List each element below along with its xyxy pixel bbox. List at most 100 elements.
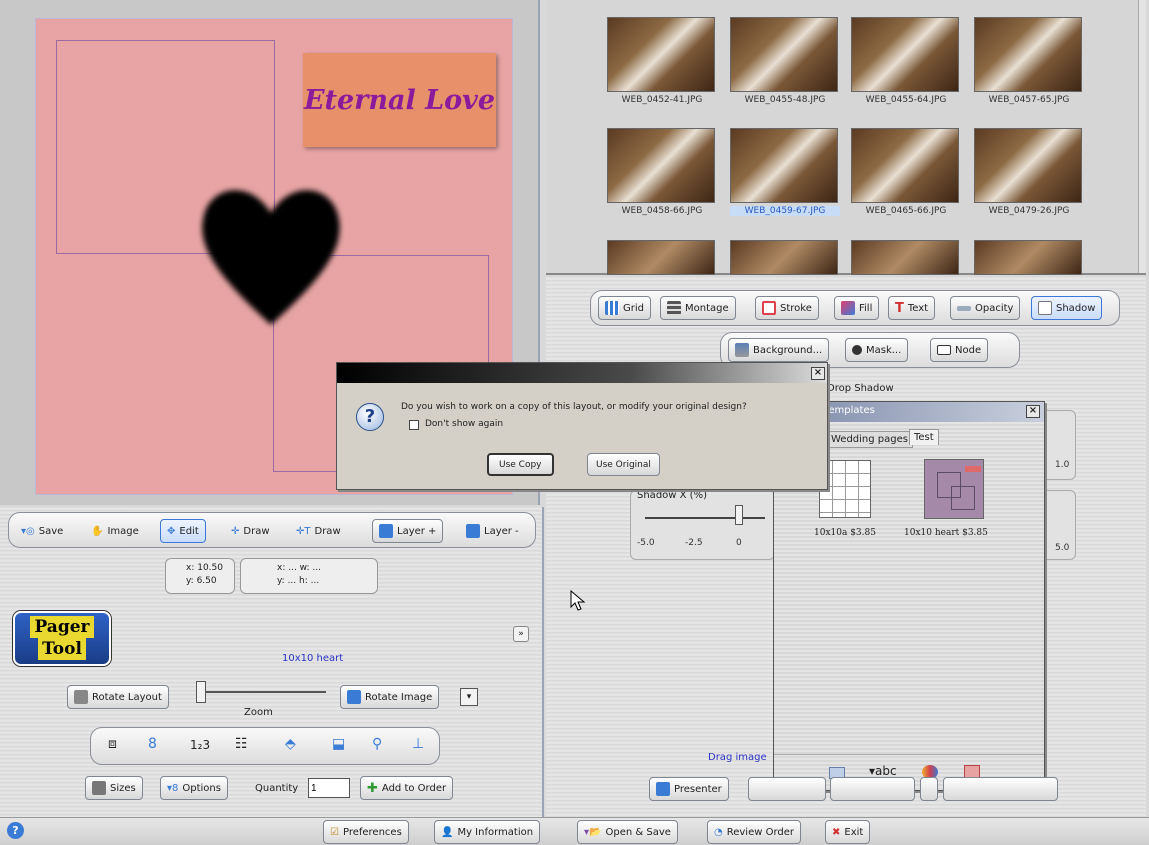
shadow-tick: 0 <box>736 538 742 548</box>
zoom-slider-thumb[interactable] <box>196 681 206 703</box>
shadow-button[interactable]: Shadow <box>1031 296 1103 320</box>
use-copy-button[interactable]: Use Copy <box>487 453 554 476</box>
folder-icon: ▾📂 <box>584 826 602 838</box>
thumbnail-partial[interactable] <box>851 240 959 275</box>
review-order-button[interactable]: ◔ Review Order <box>707 820 802 844</box>
template-label: 10x10 heart $3.85 <box>904 528 988 538</box>
bottom-button-4[interactable] <box>920 777 938 801</box>
quantity-label: Quantity <box>255 783 299 794</box>
help-icon[interactable]: ? <box>7 822 24 839</box>
thumbnail-photo <box>730 128 838 203</box>
dialog-titlebar[interactable] <box>337 363 827 383</box>
options-button[interactable]: ▾8 Options <box>160 776 228 800</box>
thumbnail-item[interactable]: WEB_0465-66.JPG <box>851 128 961 216</box>
opacity-icon <box>957 305 971 311</box>
zoom-slider-track[interactable] <box>196 691 326 693</box>
mask-button[interactable]: Mask... <box>845 338 909 362</box>
shadow-tick: -2.5 <box>685 538 703 548</box>
my-information-button[interactable]: 👤 My Information <box>434 820 541 844</box>
zoom-fit-icon[interactable]: ⚲ <box>372 736 382 752</box>
mask-icon <box>852 345 862 355</box>
shadow-x-thumb[interactable] <box>735 505 743 525</box>
template-text-button[interactable]: ▾abc <box>869 764 897 778</box>
background-button[interactable]: Background... <box>728 338 830 362</box>
dont-show-label: Don't show again <box>425 419 504 429</box>
layer-add-button[interactable]: Layer + <box>372 519 444 543</box>
thumbnail-item[interactable]: WEB_0458-66.JPG <box>607 128 717 216</box>
zoom-label: Zoom <box>244 707 273 718</box>
copy-dialog[interactable]: × ? Do you wish to work on a copy of thi… <box>336 362 828 490</box>
dim-readout: x: ... w: ... y: ... h: ... <box>240 558 378 594</box>
fill-button[interactable]: Fill <box>834 296 880 320</box>
draw-button[interactable]: ✛ Draw <box>225 519 276 543</box>
rotate-dropdown-button[interactable]: ▾ <box>460 688 478 706</box>
preferences-icon: ☑ <box>330 826 339 838</box>
node-button[interactable]: Node <box>930 338 989 362</box>
save-button[interactable]: ▾◎ Save <box>15 519 69 543</box>
distribute-icon[interactable]: ☷ <box>235 736 248 752</box>
open-save-button[interactable]: ▾📂 Open & Save <box>577 820 678 844</box>
quantity-input[interactable] <box>308 778 350 798</box>
thumbnail-item[interactable]: WEB_0459-67.JPG <box>730 128 840 216</box>
title-box[interactable]: Eternal Love <box>303 53 496 147</box>
plus-icon: ✚ <box>367 780 378 796</box>
align-bottom-icon[interactable]: ⬓ <box>332 736 345 752</box>
bottom-button-2[interactable] <box>748 777 826 801</box>
montage-button[interactable]: Montage <box>660 296 736 320</box>
thumbnail-item[interactable]: WEB_0455-48.JPG <box>730 17 840 105</box>
tab-wedding-pages[interactable]: Wedding pages <box>826 431 913 448</box>
preferences-button[interactable]: ☑ Preferences <box>323 820 409 844</box>
opacity-button[interactable]: Opacity <box>950 296 1021 320</box>
sequence-icon[interactable]: 1₂3 <box>190 738 210 752</box>
scrollbar[interactable] <box>1138 0 1146 273</box>
thumbnail-partial[interactable] <box>607 240 715 275</box>
thumbnail-partial[interactable] <box>730 240 838 275</box>
thumbnail-photo <box>974 17 1082 92</box>
collapse-button[interactable]: » <box>513 626 529 642</box>
heart-shape[interactable] <box>196 175 346 333</box>
presenter-button[interactable]: Presenter <box>649 777 729 801</box>
thumbnail-item[interactable]: WEB_0479-26.JPG <box>974 128 1084 216</box>
shadow-tick-right: 1.0 <box>1055 460 1070 470</box>
sizes-button[interactable]: Sizes <box>85 776 143 800</box>
align-center-icon[interactable]: ⬘ <box>285 736 296 752</box>
fill-icon <box>841 301 855 315</box>
dont-show-checkbox[interactable] <box>409 420 419 430</box>
image-button[interactable]: ✋ Image <box>85 519 145 543</box>
dialog-message: Do you wish to work on a copy of this la… <box>401 402 747 412</box>
crop-icon[interactable]: ⧈ <box>108 736 117 752</box>
thumbnail-item[interactable]: WEB_0452-41.JPG <box>607 17 717 105</box>
thumbnail-photo <box>851 17 959 92</box>
node-icon <box>937 345 951 355</box>
thumbnail-item[interactable]: WEB_0457-65.JPG <box>974 17 1084 105</box>
layer-remove-button[interactable]: Layer - <box>460 519 525 543</box>
exit-button[interactable]: ✖ Exit <box>825 820 871 844</box>
bottom-button-3[interactable] <box>830 777 915 801</box>
use-original-button[interactable]: Use Original <box>587 453 660 476</box>
add-to-order-button[interactable]: ✚ Add to Order <box>360 776 454 800</box>
stroke-button[interactable]: Stroke <box>755 296 819 320</box>
dialog-close-button[interactable]: × <box>811 367 825 380</box>
thumbnail-caption: WEB_0465-66.JPG <box>865 206 947 216</box>
edit-button[interactable]: ✥ Edit <box>160 519 206 543</box>
thumbnail-item[interactable]: WEB_0455-64.JPG <box>851 17 961 105</box>
shadow-x-track[interactable] <box>645 517 765 519</box>
presenter-icon <box>656 782 670 796</box>
rotate-image-button[interactable]: Rotate Image <box>340 685 440 709</box>
thumbnail-photo <box>851 128 959 203</box>
flip-icon[interactable]: ⊥ <box>412 736 424 752</box>
bottom-button-5[interactable] <box>943 777 1058 801</box>
template-item-heart[interactable] <box>924 459 984 519</box>
text-draw-button[interactable]: ✛T Draw <box>290 519 347 543</box>
thumbnail-caption: WEB_0459-67.JPG <box>730 206 840 216</box>
text-button[interactable]: T Text <box>888 296 936 320</box>
thumbnail-photo <box>730 17 838 92</box>
tab-test[interactable]: Test <box>909 429 939 445</box>
templates-title: Templates <box>824 405 875 416</box>
rotate-layout-button[interactable]: Rotate Layout <box>67 685 169 709</box>
pager-logo-line1: Pager <box>30 616 94 638</box>
grid-button[interactable]: Grid <box>598 296 651 320</box>
number-icon[interactable]: 8 <box>148 736 157 752</box>
templates-close-button[interactable]: × <box>1026 405 1040 418</box>
thumbnail-partial[interactable] <box>974 240 1082 275</box>
